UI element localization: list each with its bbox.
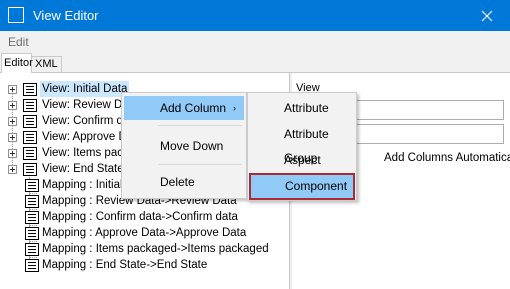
- menu-item-attribute[interactable]: Attribute: [250, 96, 354, 120]
- tree-connector: [29, 257, 37, 258]
- tree-connector: [29, 209, 37, 210]
- close-icon: [481, 10, 493, 21]
- tree-connector: [29, 193, 37, 194]
- mapping-icon: [25, 227, 39, 240]
- context-menu: Add Column › Move Down Delete: [121, 92, 247, 199]
- mapping-icon: [25, 259, 39, 272]
- view-icon: [23, 163, 37, 176]
- expand-icon[interactable]: [8, 101, 17, 110]
- add-columns-checkbox-label[interactable]: Add Columns Automatically: [384, 152, 510, 164]
- menu-separator: [158, 164, 242, 165]
- tree-node-label: View: Initial Data: [40, 81, 130, 97]
- mapping-icon: [25, 179, 39, 192]
- mapping-icon: [25, 211, 39, 224]
- menu-item-delete[interactable]: Delete: [124, 170, 244, 194]
- tree-node-label: Mapping : Confirm data->Confirm data: [42, 211, 238, 223]
- close-button[interactable]: [464, 0, 510, 31]
- menu-item-add-column[interactable]: Add Column ›: [124, 96, 244, 120]
- menu-item-aspect[interactable]: Aspect: [250, 148, 354, 172]
- chevron-right-icon: ›: [233, 103, 236, 113]
- tree-node-label: Mapping : Items packaged->Items packaged: [42, 243, 269, 255]
- window-icon: [8, 7, 24, 23]
- mapping-icon: [25, 195, 39, 208]
- view-icon: [23, 83, 37, 96]
- expand-icon[interactable]: [8, 165, 17, 174]
- add-column-submenu: Attribute Attribute Group Aspect Compone…: [247, 92, 357, 201]
- tree-node-label: Mapping : Approve Data->Approve Data: [42, 227, 247, 239]
- view-icon: [23, 147, 37, 160]
- menu-edit[interactable]: Edit: [8, 35, 29, 49]
- tab-xml[interactable]: XML: [32, 56, 62, 73]
- view-icon: [23, 99, 37, 112]
- expand-icon[interactable]: [8, 149, 17, 158]
- view-icon: [23, 131, 37, 144]
- tree-node-label: View: End State: [42, 163, 124, 175]
- expand-icon[interactable]: [8, 85, 17, 94]
- menu-item-label: Add Column: [160, 101, 227, 115]
- expand-icon[interactable]: [8, 133, 17, 142]
- view-icon: [23, 115, 37, 128]
- menu-separator: [158, 125, 242, 126]
- expand-icon[interactable]: [8, 117, 17, 126]
- menu-item-component[interactable]: Component: [249, 173, 355, 200]
- title-bar: View Editor: [0, 0, 510, 31]
- tree-connector: [29, 241, 37, 242]
- mapping-icon: [25, 243, 39, 256]
- menu-bar: Edit: [0, 31, 510, 53]
- tab-editor[interactable]: Editor: [1, 53, 33, 73]
- menu-item-attribute-group[interactable]: Attribute Group: [250, 122, 354, 165]
- tab-strip: Editor XML: [0, 53, 510, 73]
- window-title: View Editor: [33, 8, 99, 23]
- tree-node-label: Mapping : End State->End State: [42, 259, 208, 271]
- menu-item-move-down[interactable]: Move Down: [124, 134, 244, 158]
- tree-connector: [29, 225, 37, 226]
